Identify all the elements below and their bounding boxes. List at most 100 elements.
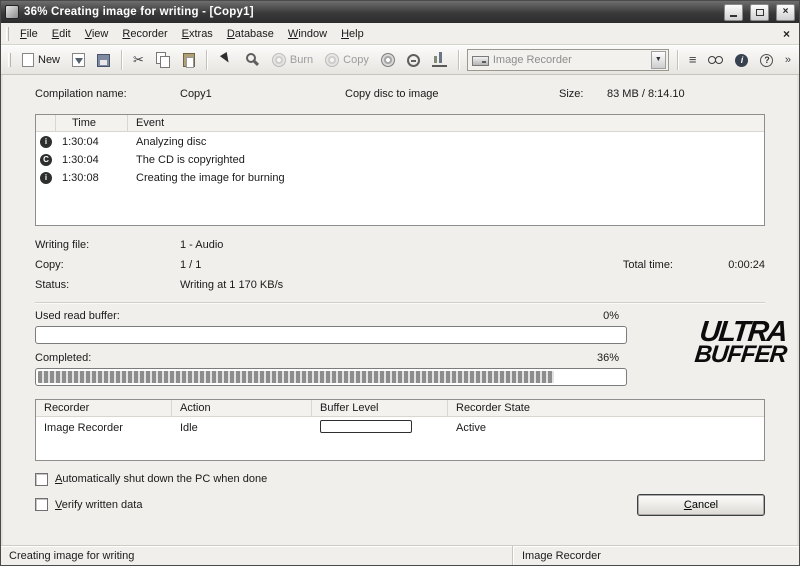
verify-checkbox-label[interactable]: Verify written data xyxy=(55,499,142,511)
close-button[interactable]: × xyxy=(776,4,795,21)
compilation-name-label: Compilation name: xyxy=(35,88,180,100)
minimize-icon xyxy=(730,15,737,17)
erase-disc-icon xyxy=(407,54,420,67)
erase-disc-button[interactable] xyxy=(402,48,425,72)
new-compilation-button[interactable]: New xyxy=(17,48,65,72)
maximize-button[interactable] xyxy=(750,4,769,21)
ultra-buffer-logo: ULTRA BUFFER xyxy=(693,320,789,366)
shutdown-option-row: Automatically shut down the PC when done xyxy=(35,471,765,487)
burning-app-window: 36% Creating image for writing - [Copy1]… xyxy=(0,0,800,566)
recorder-state: Active xyxy=(448,422,764,434)
size-value: 83 MB / 8:14.10 xyxy=(607,88,765,100)
copy-icon xyxy=(156,52,171,67)
status-row: Status: Writing at 1 170 KB/s xyxy=(35,275,765,295)
menu-window[interactable]: Window xyxy=(281,25,334,43)
recorder-table: Recorder Action Buffer Level Recorder St… xyxy=(35,399,765,461)
size-label: Size: xyxy=(559,88,607,100)
copyright-icon: C xyxy=(40,154,52,166)
recorder-table-row[interactable]: Image Recorder Idle Active xyxy=(36,417,764,439)
menu-file[interactable]: File xyxy=(13,25,45,43)
paste-icon xyxy=(183,53,195,67)
event-log: Time Event i 1:30:04 Analyzing disc C 1:… xyxy=(35,114,765,226)
paste-button[interactable] xyxy=(178,48,200,72)
disc-info-button[interactable] xyxy=(376,48,400,72)
select-button[interactable] xyxy=(213,48,238,72)
completed-label: Completed: xyxy=(35,352,91,364)
verify-option-row: Verify written data Cancel xyxy=(35,493,765,516)
copy-button-label: Copy xyxy=(343,54,369,66)
save-icon xyxy=(97,54,110,67)
status-bar: Creating image for writing Image Recorde… xyxy=(1,545,799,565)
options-button[interactable] xyxy=(240,48,265,72)
open-button[interactable] xyxy=(67,48,90,72)
app-icon xyxy=(5,5,19,19)
media-view-button[interactable] xyxy=(703,48,728,72)
toolbar-separator xyxy=(121,50,122,70)
menu-view[interactable]: View xyxy=(78,25,116,43)
menu-database[interactable]: Database xyxy=(220,25,281,43)
statusbar-recorder: Image Recorder xyxy=(513,550,601,562)
copy-label: Copy: xyxy=(35,259,180,271)
log-time: 1:30:04 xyxy=(56,136,128,148)
shutdown-checkbox-label[interactable]: Automatically shut down the PC when done xyxy=(55,473,267,485)
menu-recorder[interactable]: Recorder xyxy=(115,25,174,43)
compilation-info-row: Compilation name: Copy1 Copy disc to ima… xyxy=(35,85,765,103)
list-icon: ≡ xyxy=(689,52,697,67)
drive-icon xyxy=(472,56,489,66)
status-label: Status: xyxy=(35,279,180,291)
toolbar-overflow-chevron[interactable]: » xyxy=(783,54,793,66)
log-row[interactable]: i 1:30:04 Analyzing disc xyxy=(36,133,764,150)
info-icon: i xyxy=(40,136,52,148)
writing-file-row: Writing file: 1 - Audio xyxy=(35,235,765,255)
cover-designer-button[interactable] xyxy=(427,48,452,72)
mdi-close-button[interactable]: × xyxy=(778,26,795,41)
chevron-down-icon[interactable]: ▼ xyxy=(651,51,666,69)
copy-disc-button[interactable]: Copy xyxy=(320,48,374,72)
menu-extras[interactable]: Extras xyxy=(175,25,220,43)
burn-button[interactable]: Burn xyxy=(267,48,318,72)
titlebar: 36% Creating image for writing - [Copy1]… xyxy=(1,1,799,23)
completed-progressbar xyxy=(35,368,627,386)
verify-checkbox[interactable] xyxy=(35,498,48,511)
playlist-button[interactable]: ≡ xyxy=(684,48,702,72)
buffer-level-bar xyxy=(320,420,412,433)
cut-button[interactable]: ✂ xyxy=(128,48,149,72)
shutdown-checkbox[interactable] xyxy=(35,473,48,486)
menu-bar: File Edit View Recorder Extras Database … xyxy=(1,23,799,45)
info-icon: i xyxy=(735,54,748,67)
recorder-table-header: Recorder Action Buffer Level Recorder St… xyxy=(36,400,764,417)
menu-edit[interactable]: Edit xyxy=(45,25,78,43)
buffer-level-column-header: Buffer Level xyxy=(312,400,448,416)
save-button[interactable] xyxy=(92,48,115,72)
copy-clipboard-button[interactable] xyxy=(151,48,176,72)
burn-disc-icon xyxy=(272,53,286,67)
info-icon: i xyxy=(40,172,52,184)
status-value: Writing at 1 170 KB/s xyxy=(180,279,440,291)
log-event: Creating the image for burning xyxy=(128,172,764,184)
toolbar-separator xyxy=(458,50,459,70)
log-event-column-header: Event xyxy=(128,115,764,131)
log-icon-column-header xyxy=(36,115,56,131)
minimize-button[interactable] xyxy=(724,4,743,21)
recorder-select-value: Image Recorder xyxy=(493,54,647,66)
menu-help[interactable]: Help xyxy=(334,25,371,43)
recorder-column-header: Recorder xyxy=(36,400,172,416)
cut-icon: ✂ xyxy=(133,52,144,67)
log-row[interactable]: C 1:30:04 The CD is copyrighted xyxy=(36,151,764,168)
info-button[interactable]: i xyxy=(730,48,753,72)
log-row[interactable]: i 1:30:08 Creating the image for burning xyxy=(36,169,764,186)
cancel-button[interactable]: Cancel xyxy=(637,494,765,516)
log-time: 1:30:04 xyxy=(56,154,128,166)
total-time-value: 0:00:24 xyxy=(673,259,765,271)
section-divider xyxy=(35,302,765,304)
help-button[interactable]: ? xyxy=(755,48,778,72)
buffer-section: Used read buffer: 0% Completed: 36% ULTR… xyxy=(35,308,765,386)
total-time-label: Total time: xyxy=(623,259,673,271)
main-content: Compilation name: Copy1 Copy disc to ima… xyxy=(1,75,799,545)
log-event: The CD is copyrighted xyxy=(128,154,764,166)
recorder-action: Idle xyxy=(172,422,312,434)
log-time: 1:30:08 xyxy=(56,172,128,184)
read-buffer-progressbar xyxy=(35,326,627,344)
new-button-label: New xyxy=(38,54,60,66)
recorder-select[interactable]: Image Recorder ▼ xyxy=(467,49,669,71)
